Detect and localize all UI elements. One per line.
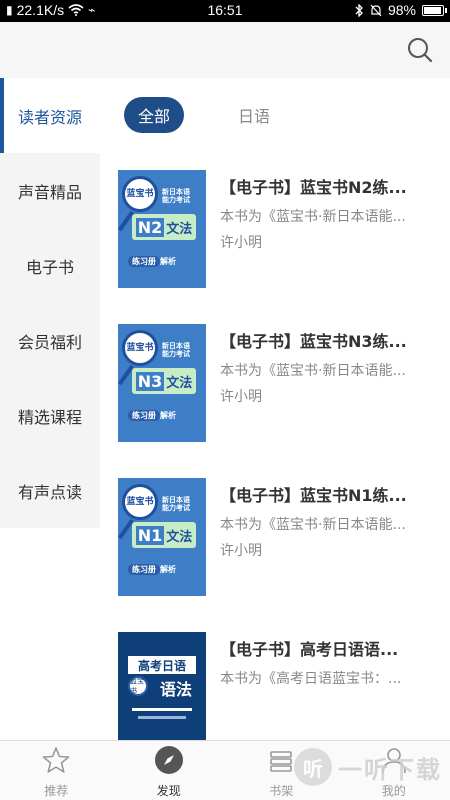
book-title: 【电子书】蓝宝书N2练... [220, 178, 407, 197]
tab-label: 发现 [156, 784, 181, 798]
cover-level: N2 文法 [132, 214, 196, 240]
book-author: 许小明 [220, 235, 262, 251]
category-sidebar: 读者资源 声音精品 电子书 会员福利 精选课程 有声点读 [0, 78, 100, 528]
cover-level-text: N1 [135, 525, 165, 545]
book-list: 蓝宝书 新日本语 能力考试 N2 文法 练习册 解析 【电子书】蓝宝书N2练... 本… [118, 170, 450, 786]
book-description: 本书为《蓝宝书·新日本语能... [220, 209, 406, 225]
cover-practice: 练习册 解析 [128, 410, 176, 421]
sidebar-item-audio-picks[interactable]: 声音精品 [0, 153, 100, 228]
sidebar-item-label: 读者资源 [17, 107, 82, 127]
sidebar-item-label: 声音精品 [17, 182, 82, 202]
battery-percent: 98% [387, 2, 416, 18]
cover-subtitle: 新日本语 能力考试 [162, 496, 190, 513]
cover-subtitle-1: 新日本语 [162, 188, 190, 196]
book-cover: 蓝宝书 新日本语 能力考试 N1 文法 练习册 解析 [118, 478, 206, 596]
cover-practice-label: 练习册 [128, 256, 160, 267]
cover-level: N1 文法 [132, 522, 196, 548]
search-icon [408, 38, 433, 63]
tab-discover[interactable]: 发现 [113, 741, 226, 800]
tab-recommend[interactable]: 推荐 [0, 741, 113, 800]
cover-level-text: N2 [135, 217, 165, 237]
bluetooth-icon [355, 3, 363, 17]
status-bar: ▮ 22.1K/s ⌁ 16:51 98% [0, 0, 450, 22]
sidebar-item-member-benefits[interactable]: 会员福利 [0, 303, 100, 378]
cover-practice-label: 练习册 [128, 564, 160, 575]
cover-topic: 文法 [166, 529, 193, 545]
filter-chip-all[interactable]: 全部 [124, 97, 185, 133]
book-title: 【电子书】蓝宝书N3练... [220, 332, 407, 351]
book-description: 本书为《蓝宝书·新日本语能... [220, 363, 406, 379]
cover-subtitle-2: 能力考试 [162, 196, 190, 205]
sidebar-item-audio-reading[interactable]: 有声点读 [0, 453, 100, 528]
cover-decor-line [132, 708, 192, 711]
book-title: 【电子书】蓝宝书N1练... [220, 486, 407, 505]
tab-label: 书架 [269, 784, 294, 798]
cover-practice: 练习册 解析 [128, 564, 176, 575]
cover-practice-2: 解析 [160, 565, 176, 574]
book-author: 许小明 [220, 389, 262, 405]
top-header [0, 22, 450, 78]
filter-chip-japanese[interactable]: 日语 [224, 97, 284, 133]
cover-badge: 蓝宝书 [122, 176, 158, 212]
cover-topic: 语法 [159, 680, 192, 699]
cover-level-text: N3 [135, 371, 165, 391]
cover-topic: 文法 [166, 375, 193, 391]
status-right: 98% [355, 2, 447, 18]
book-cover: 蓝宝书 新日本语 能力考试 N2 文法 练习册 解析 [118, 170, 206, 288]
search-button[interactable] [406, 36, 434, 64]
cover-level: N3 文法 [132, 368, 196, 394]
sidebar-item-label: 精选课程 [17, 407, 82, 427]
cover-subtitle-2: 能力考试 [162, 350, 190, 359]
cover-badge: 蓝宝书 [122, 484, 158, 520]
star-icon [41, 745, 71, 775]
bookshelf-icon [266, 745, 296, 775]
battery-fill [424, 6, 441, 14]
cover-subtitle-1: 新日本语 [162, 342, 190, 350]
tab-label: 推荐 [44, 784, 69, 798]
sidebar-item-label: 会员福利 [17, 332, 82, 352]
watermark-logo: 听 [294, 748, 332, 786]
cover-practice: 练习册 解析 [128, 256, 176, 267]
mute-bell-icon [370, 4, 382, 16]
compass-icon [154, 745, 184, 775]
book-cover: 高考日语 蓝宝书 语法 [118, 632, 206, 750]
book-author: 许小明 [220, 543, 262, 559]
cover-topic: 文法 [166, 221, 193, 237]
cover-decor-line [138, 716, 186, 719]
cover-title: 高考日语 [128, 656, 196, 674]
list-item[interactable]: 蓝宝书 新日本语 能力考试 N3 文法 练习册 解析 【电子书】蓝宝书N3练... 本… [118, 324, 450, 478]
watermark-text: 一听下载 [338, 755, 442, 784]
sidebar-item-ebooks[interactable]: 电子书 [0, 228, 100, 303]
sidebar-item-selected-courses[interactable]: 精选课程 [0, 378, 100, 453]
sidebar-item-reader-resources[interactable]: 读者资源 [0, 78, 100, 153]
list-item[interactable]: 蓝宝书 新日本语 能力考试 N2 文法 练习册 解析 【电子书】蓝宝书N2练... 本… [118, 170, 450, 324]
cover-subtitle: 新日本语 能力考试 [162, 188, 190, 205]
sidebar-item-label: 有声点读 [17, 482, 82, 502]
book-description: 本书为《高考日语蓝宝书：... [220, 671, 402, 687]
cover-practice-2: 解析 [160, 411, 176, 420]
cover-practice-label: 练习册 [128, 410, 160, 421]
book-description: 本书为《蓝宝书·新日本语能... [220, 517, 406, 533]
battery-icon [422, 4, 447, 16]
sidebar-item-label: 电子书 [25, 257, 74, 277]
cover-subtitle-2: 能力考试 [162, 504, 190, 513]
cover-subtitle-1: 新日本语 [162, 496, 190, 504]
cover-subtitle: 新日本语 能力考试 [162, 342, 190, 359]
cover-practice-2: 解析 [160, 257, 176, 266]
watermark: 听 一听下载 [294, 748, 442, 786]
book-cover: 蓝宝书 新日本语 能力考试 N3 文法 练习册 解析 [118, 324, 206, 442]
book-title: 【电子书】高考日语语... [220, 640, 399, 659]
list-item[interactable]: 蓝宝书 新日本语 能力考试 N1 文法 练习册 解析 【电子书】蓝宝书N1练... 本… [118, 478, 450, 632]
filter-chips: 全部 日语 [124, 97, 284, 133]
cover-badge: 蓝宝书 [122, 330, 158, 366]
